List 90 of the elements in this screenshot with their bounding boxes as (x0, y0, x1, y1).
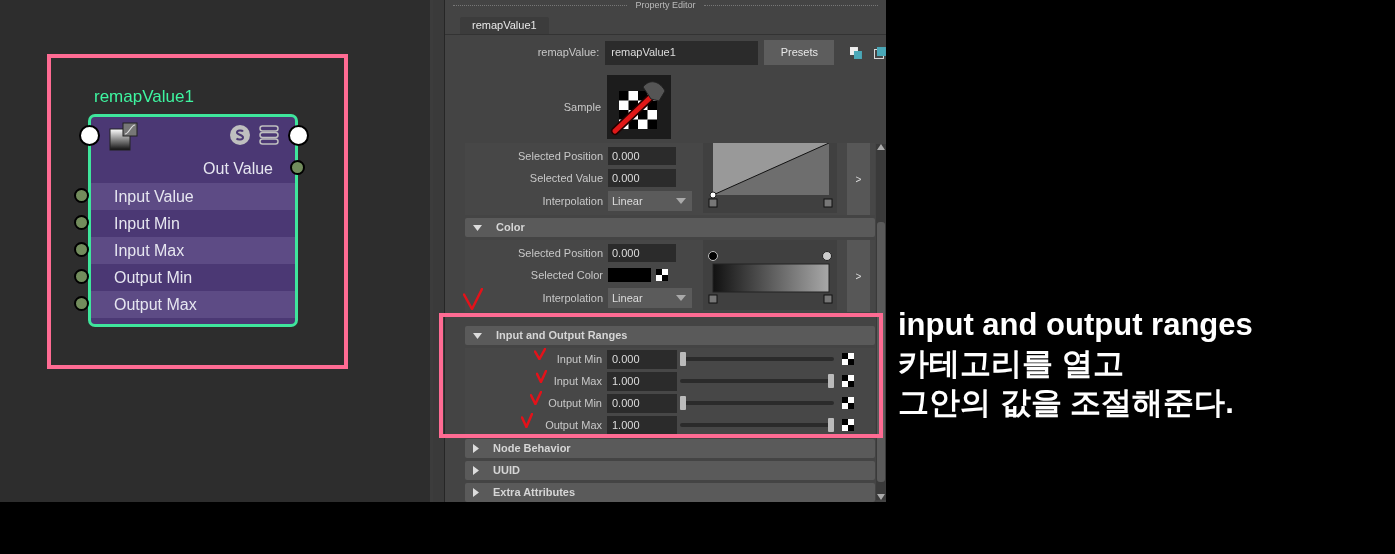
annotation-text: 카테고리를 열고 (898, 345, 1125, 383)
dropdown-value: Linear (611, 290, 644, 306)
section-title: Color (496, 220, 525, 236)
sample-swatch-icon (607, 75, 671, 140)
slider[interactable] (680, 374, 834, 388)
field-label: Input Min (556, 351, 602, 367)
input-port-label: Output Max (91, 291, 295, 318)
number-field[interactable]: 0.000 (607, 393, 677, 413)
node-type-icon (109, 122, 139, 152)
input-port[interactable] (74, 188, 89, 203)
section-header[interactable]: Extra Attributes (465, 483, 875, 502)
number-field[interactable]: 1.000 (607, 371, 677, 391)
scroll-up-icon (877, 144, 885, 150)
interpolation-dropdown[interactable]: Linear (608, 288, 692, 308)
section-title: Extra Attributes (493, 485, 576, 501)
name-field[interactable]: remapValue1 (605, 40, 759, 65)
check-mark-icon (463, 288, 483, 310)
check-mark-icon (521, 413, 533, 428)
panel-title: Property Editor (635, 1, 696, 11)
swatch-s-icon (230, 125, 250, 145)
number-field[interactable]: 0.000 (607, 349, 677, 369)
slider-thumb[interactable] (828, 374, 834, 388)
input-port[interactable] (74, 296, 89, 311)
section-header[interactable]: Node Behavior (465, 439, 875, 458)
scrollbar[interactable] (876, 144, 886, 500)
copy-tab-icon (850, 46, 863, 59)
list-icon (259, 125, 279, 145)
check-mark-icon (530, 391, 542, 405)
slider-thumb[interactable] (680, 396, 686, 410)
output-port-label: Out Value (203, 161, 273, 177)
presets-button[interactable]: Presets (764, 40, 835, 66)
section-header[interactable]: Input and Output Ranges (465, 326, 875, 345)
field-label: Selected Value (528, 170, 603, 186)
dropdown-value: Linear (611, 193, 644, 209)
field-label: Selected Position (517, 245, 603, 261)
field-label: Selected Position (517, 148, 603, 164)
collapsed-arrow-icon (473, 488, 479, 497)
slider[interactable] (680, 418, 834, 432)
scroll-down-icon (877, 494, 885, 500)
input-port-label: Input Value (91, 183, 295, 210)
splitter-bar[interactable] (433, 0, 445, 502)
map-texture-icon (842, 353, 854, 365)
field-label: Interpolation (541, 290, 603, 306)
node-title: remapValue1 (94, 88, 194, 105)
field-label: Selected Color (529, 267, 603, 283)
collapsed-arrow-icon (473, 444, 479, 453)
float-window-icon (874, 46, 886, 59)
field-label: Output Min (548, 395, 602, 411)
map-texture-icon (656, 269, 668, 281)
expand-ramp-button[interactable]: > (847, 240, 870, 312)
input-port-label: Input Max (91, 237, 295, 264)
interpolation-dropdown[interactable]: Linear (608, 191, 692, 211)
number-field[interactable]: 0.000 (608, 169, 676, 187)
input-port[interactable] (74, 242, 89, 257)
map-texture-icon (842, 419, 854, 431)
slider[interactable] (680, 352, 834, 366)
check-mark-icon (536, 370, 547, 383)
input-port[interactable] (74, 215, 89, 230)
expanded-arrow-icon (473, 332, 482, 339)
tab[interactable]: remapValue1 (460, 16, 549, 35)
expand-ramp-button[interactable]: > (847, 143, 870, 215)
slider-thumb[interactable] (828, 418, 834, 432)
map-texture-icon (842, 397, 854, 409)
field-label: Input Max (553, 373, 602, 389)
dropdown-arrow-icon (676, 198, 686, 204)
dropdown-arrow-icon (676, 295, 686, 301)
section-title: Input and Output Ranges (496, 328, 628, 344)
check-mark-icon (534, 348, 546, 360)
color-swatch[interactable] (608, 268, 651, 282)
scrollbar-thumb[interactable] (877, 222, 885, 482)
collapsed-arrow-icon (473, 466, 479, 475)
annotation-text: 그안의 값을 조절해준다. (898, 384, 1235, 422)
map-texture-icon (842, 375, 854, 387)
expanded-arrow-icon (473, 224, 482, 231)
number-field[interactable]: 0.000 (608, 244, 676, 262)
number-field[interactable]: 0.000 (608, 147, 676, 165)
input-port[interactable] (74, 269, 89, 284)
section-title: UUID (493, 463, 520, 479)
field-label: Interpolation (541, 193, 603, 209)
field-label: remapValue: (536, 45, 600, 61)
annotation-text: input and output ranges (898, 306, 1253, 344)
node-card[interactable]: Out Value Input Value Input Min Input Max Output Min Output Max (88, 114, 298, 327)
field-label: Output Max (545, 417, 602, 433)
section-header[interactable]: Color (465, 218, 875, 237)
section-header[interactable]: UUID (465, 461, 875, 480)
section-title: Node Behavior (493, 441, 571, 457)
field-label: Sample (562, 99, 601, 115)
slider-thumb[interactable] (680, 352, 686, 366)
number-field[interactable]: 1.000 (607, 415, 677, 435)
slider[interactable] (680, 396, 834, 410)
